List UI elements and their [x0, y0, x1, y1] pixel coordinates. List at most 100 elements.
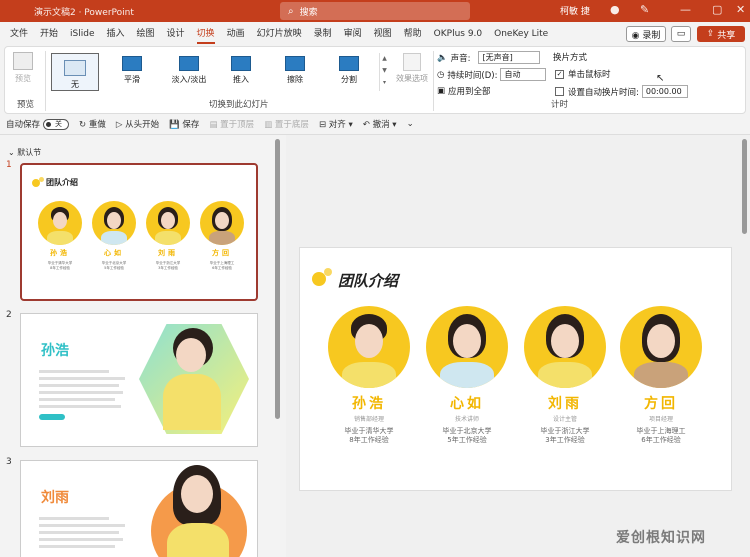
thumbnails-scrollbar[interactable]	[275, 139, 280, 419]
record-button[interactable]: ◉ 录制	[626, 26, 666, 42]
search-icon: ⌕	[288, 5, 294, 17]
avatar	[328, 306, 410, 388]
member-name: 方回	[212, 249, 232, 257]
transition-label: 无	[71, 80, 79, 89]
after-checkbox[interactable]	[555, 87, 564, 96]
slide-thumbnail-3[interactable]: 刘雨	[20, 460, 258, 557]
align-button[interactable]: ⊟ 对齐 ▾	[319, 118, 353, 130]
slide-thumbnail-1[interactable]: 团队介绍 孙浩 毕业于清华大学 8年工作经验 心如 毕业于北京大学 5年工作经验	[20, 163, 258, 301]
avatar	[146, 201, 190, 245]
apply-all-icon: ▣	[437, 86, 446, 96]
chevron-down-icon[interactable]: ▼	[380, 65, 389, 77]
slide-thumbnail-2[interactable]: 孙浩	[20, 313, 258, 447]
tab-slideshow[interactable]: 幻灯片放映	[251, 22, 308, 46]
send-back-button[interactable]: ▥ 置于底层	[264, 118, 309, 130]
customize-toolbar-icon[interactable]: ⌄	[407, 119, 414, 129]
split-transition-icon	[339, 56, 359, 71]
slide-number: 3	[6, 457, 12, 467]
transition-none[interactable]: 无	[51, 53, 99, 91]
team-member: 孙浩 销售部经理 毕业于清华大学 8年工作经验	[324, 306, 414, 446]
transition-split[interactable]: 分割	[325, 53, 373, 91]
member-exp: 6年工作经验	[641, 436, 681, 445]
member-name: 刘雨	[158, 249, 178, 257]
push-transition-icon	[231, 56, 251, 71]
decor-dot	[39, 177, 44, 182]
duration-input[interactable]: 自动	[500, 68, 547, 81]
undo-label: 撤消	[372, 120, 390, 130]
after-label: 设置自动换片时间:	[568, 87, 639, 98]
preview-label: 预览	[15, 74, 31, 83]
pen-icon[interactable]: ✎	[640, 3, 649, 16]
align-label: 对齐	[328, 120, 346, 130]
preview-button[interactable]: 预览	[11, 52, 35, 84]
section-label[interactable]: ⌄ 默认节	[8, 147, 41, 158]
effect-options-icon	[403, 53, 421, 71]
save-label: 保存	[182, 120, 200, 130]
transition-fade[interactable]: 淡入/淡出	[165, 53, 213, 91]
tab-file[interactable]: 文件	[4, 22, 34, 46]
tab-draw[interactable]: 绘图	[131, 22, 161, 46]
transition-label: 分割	[341, 75, 357, 84]
member-name: 方回	[644, 396, 678, 412]
tab-islide[interactable]: iSlide	[64, 22, 100, 46]
editor-scrollbar[interactable]	[742, 139, 747, 234]
search-box[interactable]: ⌕ 搜索	[280, 2, 470, 20]
send-back-label: 置于底层	[274, 120, 309, 130]
close-icon[interactable]: ✕	[736, 3, 745, 16]
bring-front-button[interactable]: ▤ 置于顶层	[209, 118, 254, 130]
tab-record[interactable]: 录制	[308, 22, 338, 46]
thumb-member: 心如 毕业于北京大学 5年工作经验	[90, 201, 138, 270]
tab-help[interactable]: 帮助	[398, 22, 428, 46]
comment-icon[interactable]: ▭	[671, 26, 691, 42]
save-button[interactable]: 💾 保存	[169, 118, 199, 130]
tab-review[interactable]: 审阅	[338, 22, 368, 46]
avatar	[524, 306, 606, 388]
tab-transitions[interactable]: 切换	[191, 22, 221, 46]
sound-row: 🔈 声音: [无声音]	[437, 51, 541, 64]
user-name[interactable]: 柯敏 捷	[560, 4, 590, 17]
transitions-group-label: 切换到此幻灯片	[209, 100, 269, 110]
thumb-member: 方回 毕业于上海理工 6年工作经验	[198, 201, 246, 270]
member-role: 技术讲师	[454, 416, 479, 423]
on-click-checkbox[interactable]: ✓	[555, 69, 564, 79]
effect-options-button[interactable]: 效果选项	[393, 53, 431, 84]
apply-all-button[interactable]: ▣ 应用到全部	[437, 85, 491, 97]
chevron-up-icon[interactable]: ▲	[380, 53, 389, 65]
gallery-scroll[interactable]: ▲ ▼ ▾	[379, 53, 389, 91]
slide-title: 团队介绍	[338, 272, 399, 290]
tab-okplus[interactable]: OKPlus 9.0	[428, 22, 488, 46]
share-button[interactable]: ⇪ 共享	[697, 26, 745, 42]
after-input[interactable]: 00:00.00	[641, 85, 688, 98]
tab-insert[interactable]: 插入	[101, 22, 131, 46]
transition-push[interactable]: 推入	[217, 53, 265, 91]
member-exp: 6年工作经验	[212, 265, 232, 270]
minimize-icon[interactable]: —	[680, 3, 691, 16]
more-icon[interactable]: ▾	[380, 77, 389, 89]
effect-options-label: 效果选项	[396, 74, 428, 83]
quick-access-toolbar: 自动保存 关 ↻ 重做 ▷ 从头开始 💾 保存 ▤ 置于顶层 ▥ 置于底层 ⊟ …	[0, 116, 750, 132]
on-click-row: ✓ 单击鼠标时	[555, 68, 611, 80]
preview-group-label: 预览	[17, 100, 35, 110]
maximize-icon[interactable]: ▢	[712, 3, 722, 16]
autosave-label: 自动保存	[6, 120, 41, 130]
title-bar: 演示文稿2 · PowerPoint ⌕ 搜索 柯敏 捷 ● ✎ — ▢ ✕	[0, 0, 750, 22]
member-exp: 8年工作经验	[349, 436, 389, 445]
transition-wipe[interactable]: 擦除	[271, 53, 319, 91]
tab-view[interactable]: 视图	[368, 22, 398, 46]
team-member: 刘雨 设计主管 毕业于浙江大学 3年工作经验	[520, 306, 610, 446]
avatar[interactable]: ●	[610, 3, 620, 16]
tab-home[interactable]: 开始	[34, 22, 64, 46]
transition-morph[interactable]: 平滑	[108, 53, 156, 91]
undo-button[interactable]: ↶ 撤消 ▾	[363, 118, 397, 130]
redo-button[interactable]: ↻ 重做	[79, 118, 106, 130]
sound-select[interactable]: [无声音]	[478, 51, 541, 64]
tab-onekey[interactable]: OneKey Lite	[488, 22, 554, 46]
tab-design[interactable]: 设计	[161, 22, 191, 46]
member-name: 孙浩	[50, 249, 70, 257]
from-start-button[interactable]: ▷ 从头开始	[116, 118, 159, 130]
member-exp: 3年工作经验	[545, 436, 585, 445]
tab-animations[interactable]: 动画	[221, 22, 251, 46]
on-click-label: 单击鼠标时	[568, 70, 611, 80]
autosave-toggle[interactable]: 关	[43, 118, 70, 130]
current-slide[interactable]: 团队介绍 孙浩 销售部经理 毕业于清华大学 8年工作经验 心如 技术讲师 毕业于…	[299, 247, 732, 491]
